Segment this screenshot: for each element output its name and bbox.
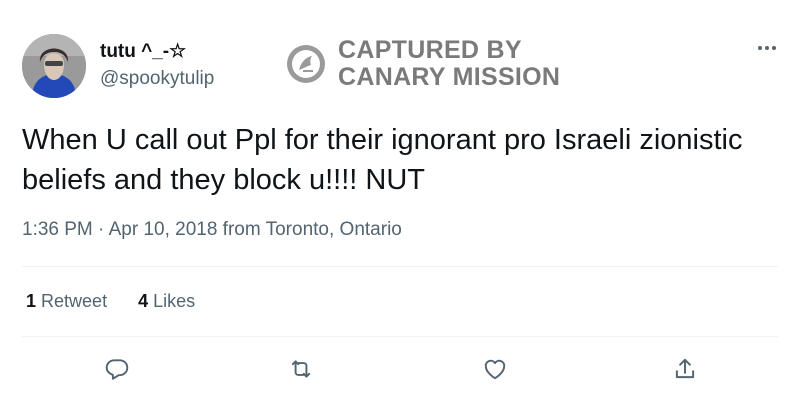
divider (22, 336, 778, 337)
tweet-stats: 1 Retweet 4 Likes (26, 291, 221, 312)
likes-stat[interactable]: 4 Likes (138, 291, 195, 312)
canary-mission-watermark: CAPTURED BY CANARY MISSION (286, 36, 560, 92)
display-name[interactable]: tutu ^_-☆ (100, 40, 186, 63)
reply-icon[interactable] (104, 356, 130, 382)
more-dots-icon[interactable] (752, 38, 782, 58)
share-icon[interactable] (672, 356, 698, 382)
retweets-count: 1 (26, 291, 37, 311)
retweets-label: Retweet (41, 291, 108, 311)
avatar[interactable] (22, 34, 86, 98)
canary-bird-icon (287, 45, 325, 83)
tweet-card: tutu ^_-☆ @spookytulip CAPTURED BY CANAR… (0, 0, 800, 398)
retweets-stat[interactable]: 1 Retweet (26, 291, 107, 312)
likes-label: Likes (153, 291, 196, 311)
retweet-icon[interactable] (288, 356, 314, 382)
avatar-image (22, 34, 86, 98)
tweet-timestamp-location[interactable]: 1:36 PM · Apr 10, 2018 from Toronto, Ont… (22, 219, 402, 241)
divider (22, 266, 778, 267)
user-handle[interactable]: @spookytulip (100, 68, 214, 90)
watermark-line-2: CANARY MISSION (338, 63, 561, 91)
watermark-text: CAPTURED BY CANARY MISSION (338, 37, 560, 91)
heart-icon[interactable] (482, 356, 508, 382)
tweet-text: When U call out Ppl for their ignorant p… (22, 124, 743, 196)
watermark-line-1: CAPTURED BY (338, 36, 522, 64)
likes-count: 4 (138, 291, 149, 311)
